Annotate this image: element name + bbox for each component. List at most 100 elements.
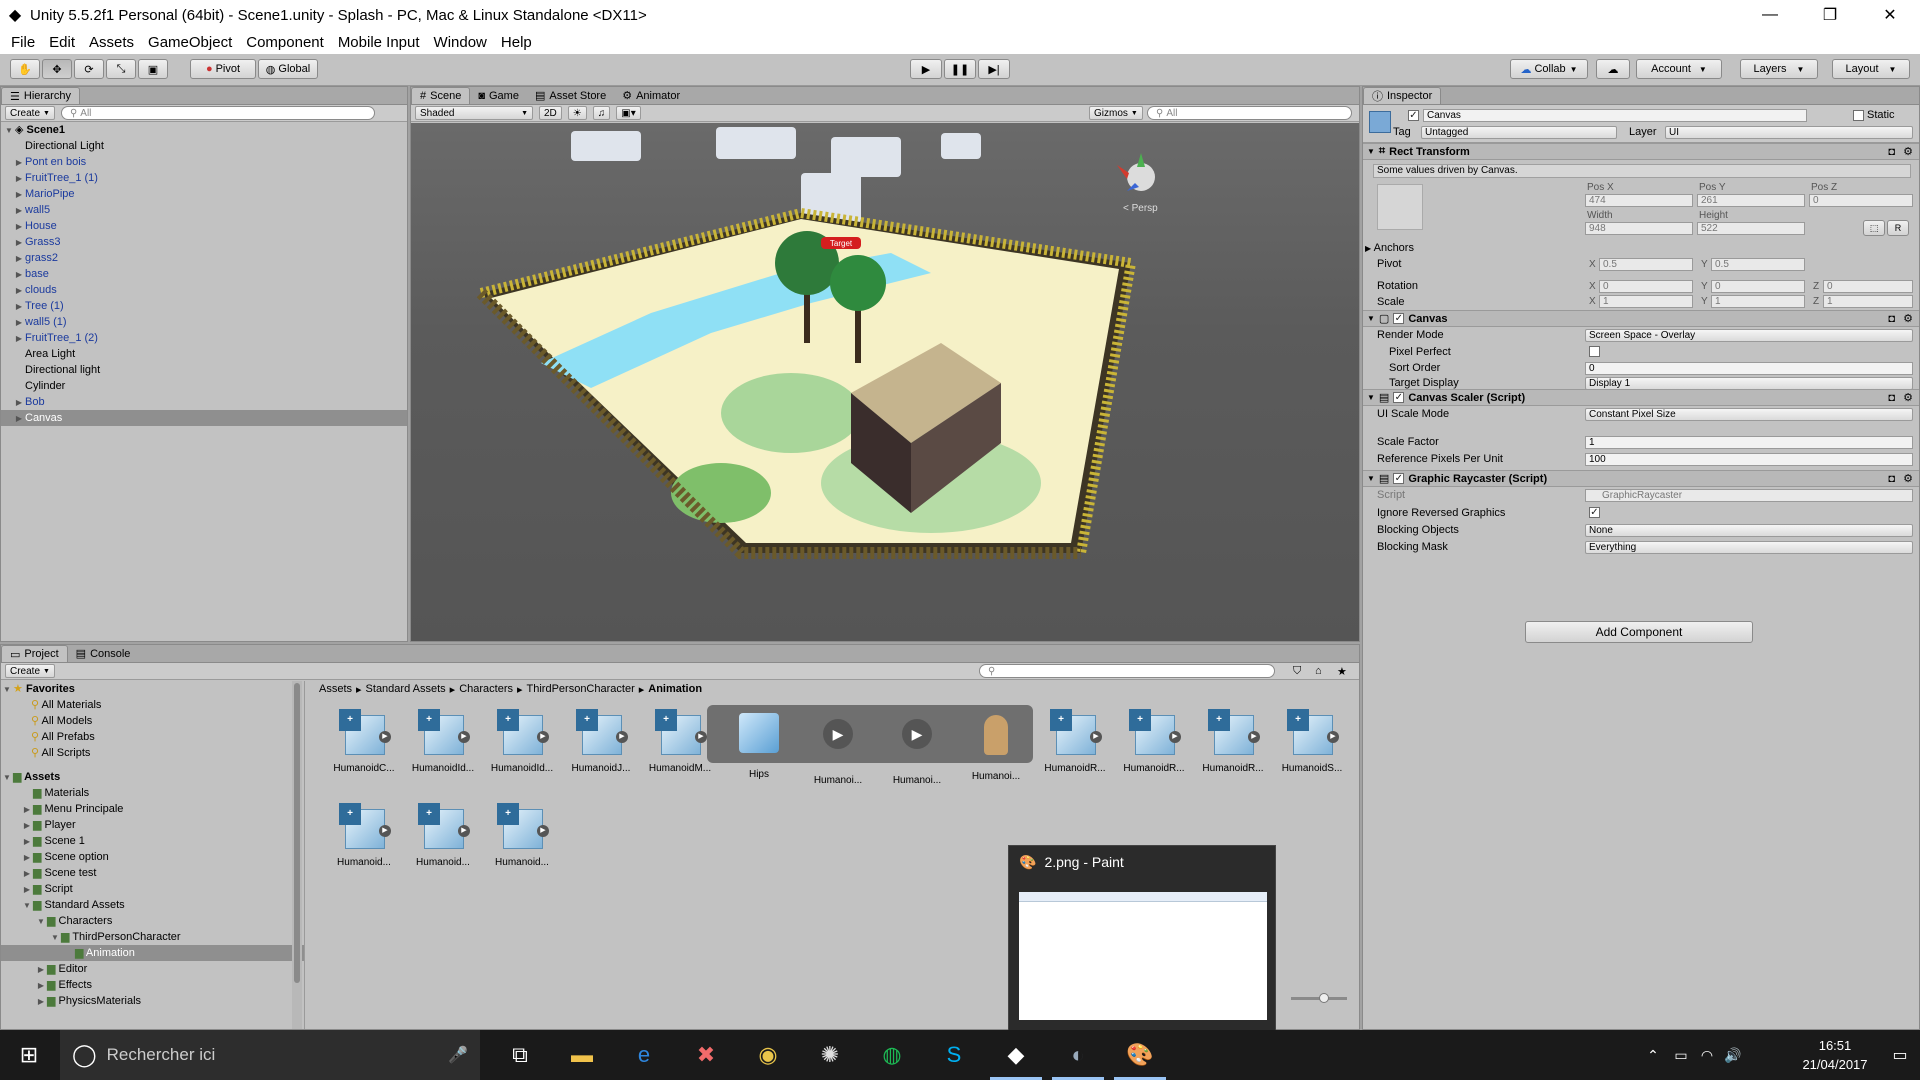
global-toggle[interactable]: ◍ Global <box>258 59 318 79</box>
pivot-x-field[interactable]: 0.5 <box>1599 258 1693 271</box>
canvas-component-header[interactable]: ▼ ▢ ✓ Canvas ◘ ⚙ <box>1363 310 1919 327</box>
hand-tool-icon[interactable]: ✋ <box>10 59 40 79</box>
gear-icon[interactable]: ⚙ <box>1903 145 1913 158</box>
step-button[interactable]: ▶| <box>978 59 1010 79</box>
collapsed-arrow-icon[interactable]: ▶ <box>13 283 25 299</box>
collapsed-arrow-icon[interactable]: ▶ <box>13 315 25 331</box>
rotation-z-field[interactable]: 0 <box>1823 280 1913 293</box>
spotify-icon[interactable]: ◍ <box>862 1030 922 1080</box>
static-checkbox[interactable] <box>1853 110 1864 121</box>
breadcrumb-item[interactable]: Standard Assets <box>366 683 446 695</box>
maximize-button[interactable]: ❐ <box>1800 0 1860 30</box>
file-explorer-icon[interactable]: ▬ <box>552 1030 612 1080</box>
minimize-button[interactable]: — <box>1740 0 1800 30</box>
asset-item[interactable]: + ▶ HumanoidId... <box>408 707 478 774</box>
help-icon[interactable]: ◘ <box>1888 392 1895 404</box>
collapsed-arrow-icon[interactable]: ▶ <box>35 978 47 994</box>
lighting-toggle-icon[interactable]: ☀ <box>567 106 587 120</box>
hierarchy-item[interactable]: ▶ Grass3 <box>1 234 407 250</box>
tag-dropdown[interactable]: Untagged <box>1421 126 1617 139</box>
pos-y-field[interactable]: 261 <box>1697 194 1805 207</box>
asset-item[interactable]: + ▶ HumanoidR... <box>1198 707 1268 774</box>
folder-item[interactable]: ▶ ▆ Menu Principale <box>1 801 304 817</box>
favorite-star-icon[interactable]: ★ <box>1337 665 1347 678</box>
anchors-row[interactable]: ▶ Anchors <box>1365 242 1414 254</box>
pixel-perfect-checkbox[interactable] <box>1589 346 1600 357</box>
hierarchy-item[interactable]: ▶ FruitTree_1 (1) <box>1 170 407 186</box>
skype-icon[interactable]: S <box>924 1030 984 1080</box>
folder-item[interactable]: ▶ ▆ Effects <box>1 977 304 993</box>
hierarchy-item[interactable]: ▶ clouds <box>1 282 407 298</box>
ignore-reversed-checkbox[interactable]: ✓ <box>1589 507 1600 518</box>
hierarchy-item[interactable]: ▶ Canvas <box>1 410 407 426</box>
2d-toggle[interactable]: 2D <box>539 106 562 120</box>
tab-animator[interactable]: ⚙ Animator <box>614 87 688 104</box>
show-hidden-icons-chevron[interactable]: ⌃ <box>1640 1030 1666 1080</box>
add-component-button[interactable]: Add Component <box>1525 621 1753 643</box>
expanded-arrow-icon[interactable]: ▼ <box>49 930 61 946</box>
collapsed-arrow-icon[interactable]: ▶ <box>21 802 33 818</box>
asset-item[interactable]: + ▶ Humanoid... <box>408 801 478 868</box>
taskbar-search-box[interactable]: ◯ Rechercher ici 🎤 <box>60 1030 480 1080</box>
collapsed-arrow-icon[interactable]: ▶ <box>13 187 25 203</box>
app-taskbar-icon[interactable]: ◐ <box>1048 1030 1108 1080</box>
taskbar-clock[interactable]: 16:51 21/04/2017 <box>1780 1036 1890 1074</box>
folder-item[interactable]: ▶ ▆ Scene option <box>1 849 304 865</box>
gear-icon[interactable]: ⚙ <box>1903 391 1913 404</box>
paint-preview-popup[interactable]: 🎨 2.png - Paint <box>1008 845 1276 1031</box>
object-name-field[interactable]: Canvas <box>1423 109 1807 122</box>
hierarchy-create-dropdown[interactable]: Create ▼ <box>5 106 55 120</box>
collapsed-arrow-icon[interactable]: ▶ <box>21 882 33 898</box>
ref-ppu-field[interactable]: 100 <box>1585 453 1913 466</box>
gear-icon[interactable]: ⚙ <box>1903 472 1913 485</box>
hierarchy-search-input[interactable]: ⚲ All <box>60 106 375 120</box>
zoom-slider-thumb[interactable] <box>1319 993 1329 1003</box>
chrome-icon[interactable]: ◉ <box>738 1030 798 1080</box>
blocking-mask-dropdown[interactable]: Everything <box>1585 541 1913 554</box>
asset-item[interactable]: + ▶ HumanoidId... <box>487 707 557 774</box>
rotate-tool-icon[interactable]: ⟳ <box>74 59 104 79</box>
favorite-item[interactable]: ⚲ All Materials <box>1 697 304 713</box>
collapsed-arrow-icon[interactable]: ▶ <box>13 235 25 251</box>
scene-root-row[interactable]: ▼ ◈ Scene1 <box>1 122 407 138</box>
volume-icon[interactable]: 🔊 <box>1720 1030 1746 1080</box>
hierarchy-item[interactable]: ▶ Bob <box>1 394 407 410</box>
collapsed-arrow-icon[interactable]: ▶ <box>13 395 25 411</box>
anchor-presets-button[interactable] <box>1377 184 1423 230</box>
favorites-row[interactable]: ▼ ★ Favorites <box>1 681 304 697</box>
play-button[interactable]: ▶ <box>910 59 942 79</box>
script-field[interactable]: GraphicRaycaster <box>1585 489 1913 502</box>
canvas-scaler-header[interactable]: ▼ ▤ ✓ Canvas Scaler (Script) ◘ ⚙ <box>1363 389 1919 406</box>
collapsed-arrow-icon[interactable]: ▶ <box>35 994 47 1010</box>
tab-project[interactable]: ▭ Project <box>1 645 68 662</box>
rect-tool-icon[interactable]: ▣ <box>138 59 168 79</box>
ui-scale-mode-dropdown[interactable]: Constant Pixel Size <box>1585 408 1913 421</box>
collapsed-arrow-icon[interactable]: ▶ <box>13 251 25 267</box>
task-view-icon[interactable]: ⧉ <box>490 1030 550 1080</box>
help-icon[interactable]: ◘ <box>1888 473 1895 485</box>
raw-edit-button[interactable]: R <box>1887 220 1909 236</box>
scale-x-field[interactable]: 1 <box>1599 295 1693 308</box>
layout-dropdown[interactable]: Layout ▼ <box>1832 59 1910 79</box>
zoom-slider[interactable] <box>1291 993 1347 1003</box>
help-icon[interactable]: ◘ <box>1888 313 1895 325</box>
expanded-arrow-icon[interactable]: ▼ <box>35 914 47 930</box>
breadcrumb-item[interactable]: Animation <box>648 683 702 695</box>
wifi-icon[interactable]: ◠ <box>1694 1030 1720 1080</box>
layer-dropdown[interactable]: UI <box>1665 126 1913 139</box>
menu-edit[interactable]: Edit <box>42 34 82 51</box>
hierarchy-item[interactable]: Directional Light <box>1 138 407 154</box>
asset-item[interactable]: + ▶ HumanoidJ... <box>566 707 636 774</box>
pos-x-field[interactable]: 474 <box>1585 194 1693 207</box>
tab-inspector[interactable]: ⓘ Inspector <box>1363 87 1442 104</box>
notifications-icon[interactable]: ▭ <box>1880 1030 1920 1080</box>
app-icon[interactable]: ✺ <box>800 1030 860 1080</box>
asset-item[interactable]: ▶ Humanoi... <box>803 707 873 786</box>
breadcrumb-item[interactable]: Assets <box>319 683 352 695</box>
hierarchy-item[interactable]: ▶ FruitTree_1 (2) <box>1 330 407 346</box>
collapsed-arrow-icon[interactable]: ▶ <box>13 155 25 171</box>
assets-root-row[interactable]: ▼ ▆ Assets <box>1 769 304 785</box>
collapsed-arrow-icon[interactable]: ▶ <box>13 203 25 219</box>
hierarchy-item[interactable]: ▶ MarioPipe <box>1 186 407 202</box>
asset-item[interactable]: + ▶ Humanoid... <box>487 801 557 868</box>
